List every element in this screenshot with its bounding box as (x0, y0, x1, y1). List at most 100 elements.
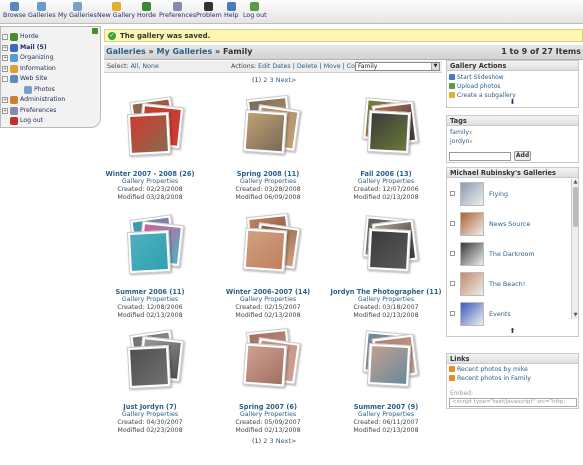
gallery-title[interactable]: Fall 2006 (13) (330, 170, 442, 178)
gallery-title[interactable]: Spring 2008 (11) (212, 170, 324, 178)
gallery-properties-link[interactable]: Gallery Properties (94, 296, 206, 303)
expand-icon[interactable] (450, 251, 455, 256)
pager-next[interactable]: Next> (276, 76, 297, 84)
toolbar-help-button[interactable]: Help (224, 2, 238, 22)
gallery-properties-link[interactable]: Gallery Properties (212, 178, 324, 185)
tag-remove-icon[interactable]: x (469, 130, 472, 136)
tag-label[interactable]: jordyn (450, 138, 469, 145)
gallery-title[interactable]: Summer 2007 (9) (330, 403, 442, 411)
expand-icon[interactable]: + (2, 107, 8, 114)
rss-link-family[interactable]: Recent photos in Family (449, 375, 531, 382)
toolbar-preferences-button[interactable]: Preferences (159, 2, 196, 22)
user-gallery-item[interactable]: Events (447, 300, 571, 328)
pager-page-2[interactable]: 2 (263, 76, 267, 84)
gallery-item[interactable]: Winter 2007 - 2008 (26) Gallery Propertie… (94, 95, 206, 207)
gallery-thumbnail-stack[interactable] (360, 95, 422, 157)
toolbar-galleries-button[interactable]: Galleries (28, 2, 56, 22)
gallery-title[interactable]: Jordyn The Photographer (11) (330, 288, 442, 296)
gallery-action-link[interactable]: Start Slideshow (449, 74, 504, 81)
sidebar-close-icon[interactable] (92, 28, 98, 34)
user-gallery-name[interactable]: Flying (489, 190, 508, 198)
select-none-link[interactable]: None (142, 63, 158, 70)
gallery-thumbnail-stack[interactable] (242, 94, 304, 157)
gallery-properties-link[interactable]: Gallery Properties (330, 178, 442, 185)
move-link[interactable]: Move (324, 63, 341, 70)
embed-code-input[interactable]: <script type="text/javascript" src="http… (449, 398, 577, 407)
gallery-item[interactable]: Summer 2006 (11) Gallery Properties Create… (94, 213, 206, 325)
toolbar-my-galleries-button[interactable]: My Galleries (58, 2, 97, 22)
gallery-thumbnail-stack[interactable] (360, 213, 422, 275)
gallery-thumbnail-stack[interactable] (124, 213, 186, 275)
expand-icon[interactable]: + (2, 97, 8, 103)
toolbar-problem-button[interactable]: Problem (196, 2, 222, 22)
collapse-icon[interactable]: - (2, 76, 8, 82)
scroll-up-icon[interactable]: ▲ (572, 179, 579, 186)
gallery-thumbnail-stack[interactable] (242, 327, 304, 390)
user-gallery-item[interactable]: The Darkroom (447, 240, 571, 268)
gallery-properties-link[interactable]: Gallery Properties (330, 296, 442, 303)
target-gallery-select[interactable]: Family ▼ (355, 62, 440, 71)
gallery-thumbnail-stack[interactable] (124, 328, 186, 390)
gallery-item[interactable]: Just Jordyn (7) Gallery Properties Created… (94, 328, 206, 440)
expand-icon[interactable]: + (2, 65, 8, 72)
gallery-action-link[interactable]: Create a subgallery (449, 92, 516, 99)
gallery-properties-link[interactable]: Gallery Properties (94, 178, 206, 185)
user-gallery-thumbnail[interactable] (460, 242, 484, 266)
expand-icon[interactable]: + (2, 55, 8, 61)
rss-link-mike[interactable]: Recent photos by mike (449, 366, 528, 373)
gallery-title[interactable]: Spring 2007 (6) (212, 403, 324, 411)
breadcrumb-galleries[interactable]: Galleries (106, 47, 146, 56)
gallery-item[interactable]: Jordyn The Photographer (11) Gallery Prop… (330, 213, 442, 325)
tag-input[interactable] (449, 152, 511, 161)
gallery-properties-link[interactable]: Gallery Properties (330, 411, 442, 418)
gallery-properties-link[interactable]: Gallery Properties (212, 296, 324, 303)
collapse-arrow-icon[interactable]: ⬆ (509, 328, 516, 335)
gallery-thumbnail-stack[interactable] (124, 95, 186, 157)
collapse-icon[interactable]: - (2, 34, 8, 40)
gallery-action-label[interactable]: Start Slideshow (457, 74, 504, 81)
gallery-action-link[interactable]: Upload photos (449, 83, 500, 90)
user-gallery-thumbnail[interactable] (460, 302, 484, 326)
toolbar-new-gallery-button[interactable]: New Gallery (97, 2, 135, 22)
toolbar-horde-button[interactable]: Horde (137, 2, 156, 22)
rss-link-label[interactable]: Recent photos in Family (457, 375, 531, 382)
gallery-item[interactable]: Summer 2007 (9) Gallery Properties Created… (330, 328, 442, 440)
user-gallery-item[interactable]: Flying (447, 180, 571, 208)
gallery-item[interactable]: Spring 2008 (11) Gallery Properties Create… (212, 94, 324, 207)
tag-item[interactable]: familyx (450, 129, 472, 136)
user-gallery-name[interactable]: Events (489, 310, 511, 318)
user-gallery-name[interactable]: News Source (489, 220, 530, 228)
tag-item[interactable]: jordynx (450, 138, 472, 145)
user-galleries-scrollbar[interactable]: ▲ ▼ (571, 179, 578, 319)
expand-icon[interactable] (450, 191, 455, 196)
scroll-thumb[interactable] (573, 187, 578, 227)
toolbar-browse-button[interactable]: Browse (3, 2, 26, 22)
gallery-title[interactable]: Summer 2006 (11) (94, 288, 206, 296)
tag-label[interactable]: family (450, 129, 469, 136)
breadcrumb-my-galleries[interactable]: My Galleries (157, 47, 213, 56)
gallery-properties-link[interactable]: Gallery Properties (94, 411, 206, 418)
edit-dates-link[interactable]: Edit Dates (258, 63, 291, 70)
user-gallery-name[interactable]: The Darkroom (489, 250, 535, 258)
toolbar-logout-button[interactable]: Log out (243, 2, 267, 22)
expand-icon[interactable] (450, 311, 455, 316)
gallery-action-label[interactable]: Upload photos (457, 83, 500, 90)
gallery-item[interactable]: Spring 2007 (6) Gallery Properties Created… (212, 327, 324, 440)
user-gallery-item[interactable]: News Source (447, 210, 571, 238)
tag-remove-icon[interactable]: x (469, 139, 472, 145)
gallery-properties-link[interactable]: Gallery Properties (212, 411, 324, 418)
gallery-title[interactable]: Winter 2007 - 2008 (26) (94, 170, 206, 178)
gallery-item[interactable]: Winter 2006-2007 (14) Gallery Properties C… (212, 212, 324, 325)
gallery-item[interactable]: Fall 2006 (13) Gallery Properties Created:… (330, 95, 442, 207)
pager-page-3[interactable]: 3 (270, 76, 274, 84)
user-gallery-item[interactable]: The Beach! (447, 270, 571, 298)
user-gallery-thumbnail[interactable] (460, 182, 484, 206)
expand-icon[interactable] (450, 281, 455, 286)
collapse-arrow-icon[interactable]: ⬇ (509, 99, 516, 106)
add-tag-button[interactable]: Add (514, 151, 531, 161)
scroll-down-icon[interactable]: ▼ (572, 312, 579, 319)
gallery-action-label[interactable]: Create a subgallery (457, 92, 516, 99)
gallery-title[interactable]: Winter 2006-2007 (14) (212, 288, 324, 296)
expand-icon[interactable]: + (2, 44, 8, 51)
user-gallery-thumbnail[interactable] (460, 272, 484, 296)
